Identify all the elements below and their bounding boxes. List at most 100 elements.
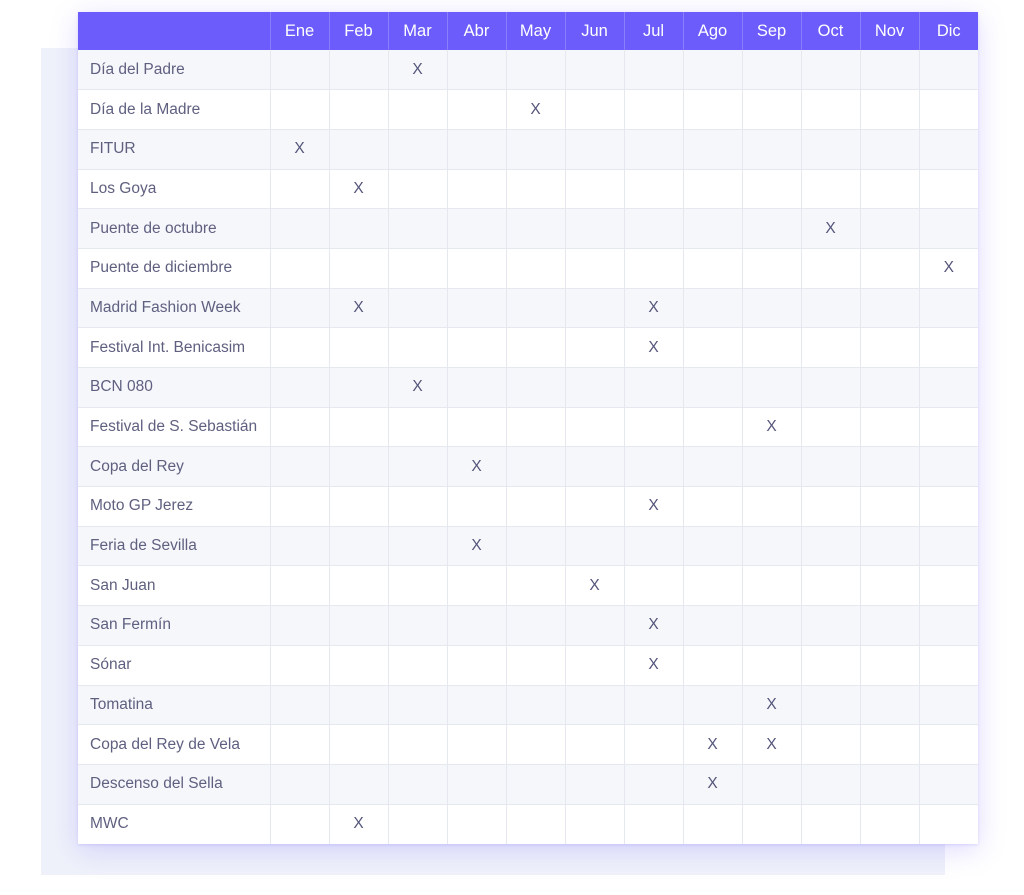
cell-empty[interactable] [565,446,625,488]
cell-empty[interactable] [565,685,625,726]
cell-empty[interactable] [860,764,920,805]
cell-empty[interactable] [388,446,448,488]
cell-empty[interactable] [860,526,920,567]
cell-empty[interactable] [329,764,389,805]
cell-empty[interactable] [270,605,330,646]
cell-empty[interactable] [860,129,920,170]
cell-empty[interactable] [919,446,978,488]
cell-marked[interactable]: X [388,367,448,408]
cell-empty[interactable] [329,327,389,368]
cell-empty[interactable] [919,129,978,170]
cell-empty[interactable] [270,327,330,368]
cell-empty[interactable] [329,486,389,527]
cell-empty[interactable] [919,367,978,408]
cell-empty[interactable] [329,248,389,289]
cell-empty[interactable] [565,367,625,408]
cell-empty[interactable] [683,804,743,844]
cell-empty[interactable] [270,407,330,448]
header-cell-month-jul[interactable]: Jul [624,12,684,50]
cell-empty[interactable] [565,407,625,448]
cell-empty[interactable] [919,526,978,567]
cell-empty[interactable] [506,208,566,249]
cell-marked[interactable]: X [742,407,802,448]
cell-empty[interactable] [742,367,802,408]
cell-marked[interactable]: X [742,724,802,765]
cell-marked[interactable]: X [624,645,684,686]
cell-empty[interactable] [270,685,330,726]
cell-empty[interactable] [801,605,861,646]
cell-marked[interactable]: X [742,685,802,726]
cell-empty[interactable] [860,288,920,329]
cell-marked[interactable]: X [919,248,978,289]
cell-empty[interactable] [860,169,920,210]
cell-empty[interactable] [506,50,566,91]
cell-empty[interactable] [329,89,389,130]
cell-empty[interactable] [860,804,920,844]
cell-empty[interactable] [447,50,507,91]
cell-empty[interactable] [801,486,861,527]
cell-empty[interactable] [565,804,625,844]
cell-empty[interactable] [447,565,507,607]
cell-empty[interactable] [683,50,743,91]
cell-empty[interactable] [447,288,507,329]
cell-empty[interactable] [329,50,389,91]
cell-marked[interactable]: X [329,804,389,844]
cell-empty[interactable] [388,724,448,765]
cell-empty[interactable] [388,129,448,170]
cell-empty[interactable] [506,565,566,607]
cell-empty[interactable] [447,367,507,408]
cell-empty[interactable] [506,685,566,726]
cell-marked[interactable]: X [447,446,507,488]
cell-empty[interactable] [860,446,920,488]
cell-empty[interactable] [801,685,861,726]
cell-empty[interactable] [329,645,389,686]
cell-empty[interactable] [801,724,861,765]
cell-marked[interactable]: X [388,50,448,91]
cell-empty[interactable] [506,526,566,567]
cell-empty[interactable] [270,248,330,289]
cell-empty[interactable] [506,248,566,289]
cell-empty[interactable] [624,724,684,765]
header-cell-month-feb[interactable]: Feb [329,12,389,50]
cell-empty[interactable] [860,407,920,448]
cell-empty[interactable] [801,288,861,329]
cell-empty[interactable] [270,645,330,686]
cell-marked[interactable]: X [447,526,507,567]
cell-empty[interactable] [329,208,389,249]
cell-empty[interactable] [447,169,507,210]
cell-empty[interactable] [742,605,802,646]
cell-empty[interactable] [683,367,743,408]
cell-empty[interactable] [506,804,566,844]
cell-empty[interactable] [801,645,861,686]
cell-empty[interactable] [447,724,507,765]
cell-empty[interactable] [447,605,507,646]
cell-empty[interactable] [270,565,330,607]
cell-empty[interactable] [742,129,802,170]
cell-marked[interactable]: X [624,486,684,527]
cell-empty[interactable] [860,645,920,686]
cell-empty[interactable] [683,685,743,726]
cell-empty[interactable] [624,685,684,726]
cell-empty[interactable] [919,486,978,527]
cell-empty[interactable] [801,169,861,210]
cell-empty[interactable] [565,764,625,805]
cell-empty[interactable] [565,50,625,91]
cell-marked[interactable]: X [683,724,743,765]
cell-empty[interactable] [860,605,920,646]
cell-empty[interactable] [742,764,802,805]
cell-empty[interactable] [388,605,448,646]
cell-empty[interactable] [447,89,507,130]
cell-empty[interactable] [919,764,978,805]
cell-empty[interactable] [742,486,802,527]
header-cell-month-sep[interactable]: Sep [742,12,802,50]
cell-empty[interactable] [919,804,978,844]
cell-empty[interactable] [919,724,978,765]
cell-empty[interactable] [565,526,625,567]
cell-empty[interactable] [624,526,684,567]
cell-empty[interactable] [624,129,684,170]
cell-empty[interactable] [388,565,448,607]
cell-empty[interactable] [388,208,448,249]
cell-marked[interactable]: X [565,565,625,607]
cell-empty[interactable] [860,367,920,408]
cell-empty[interactable] [270,208,330,249]
